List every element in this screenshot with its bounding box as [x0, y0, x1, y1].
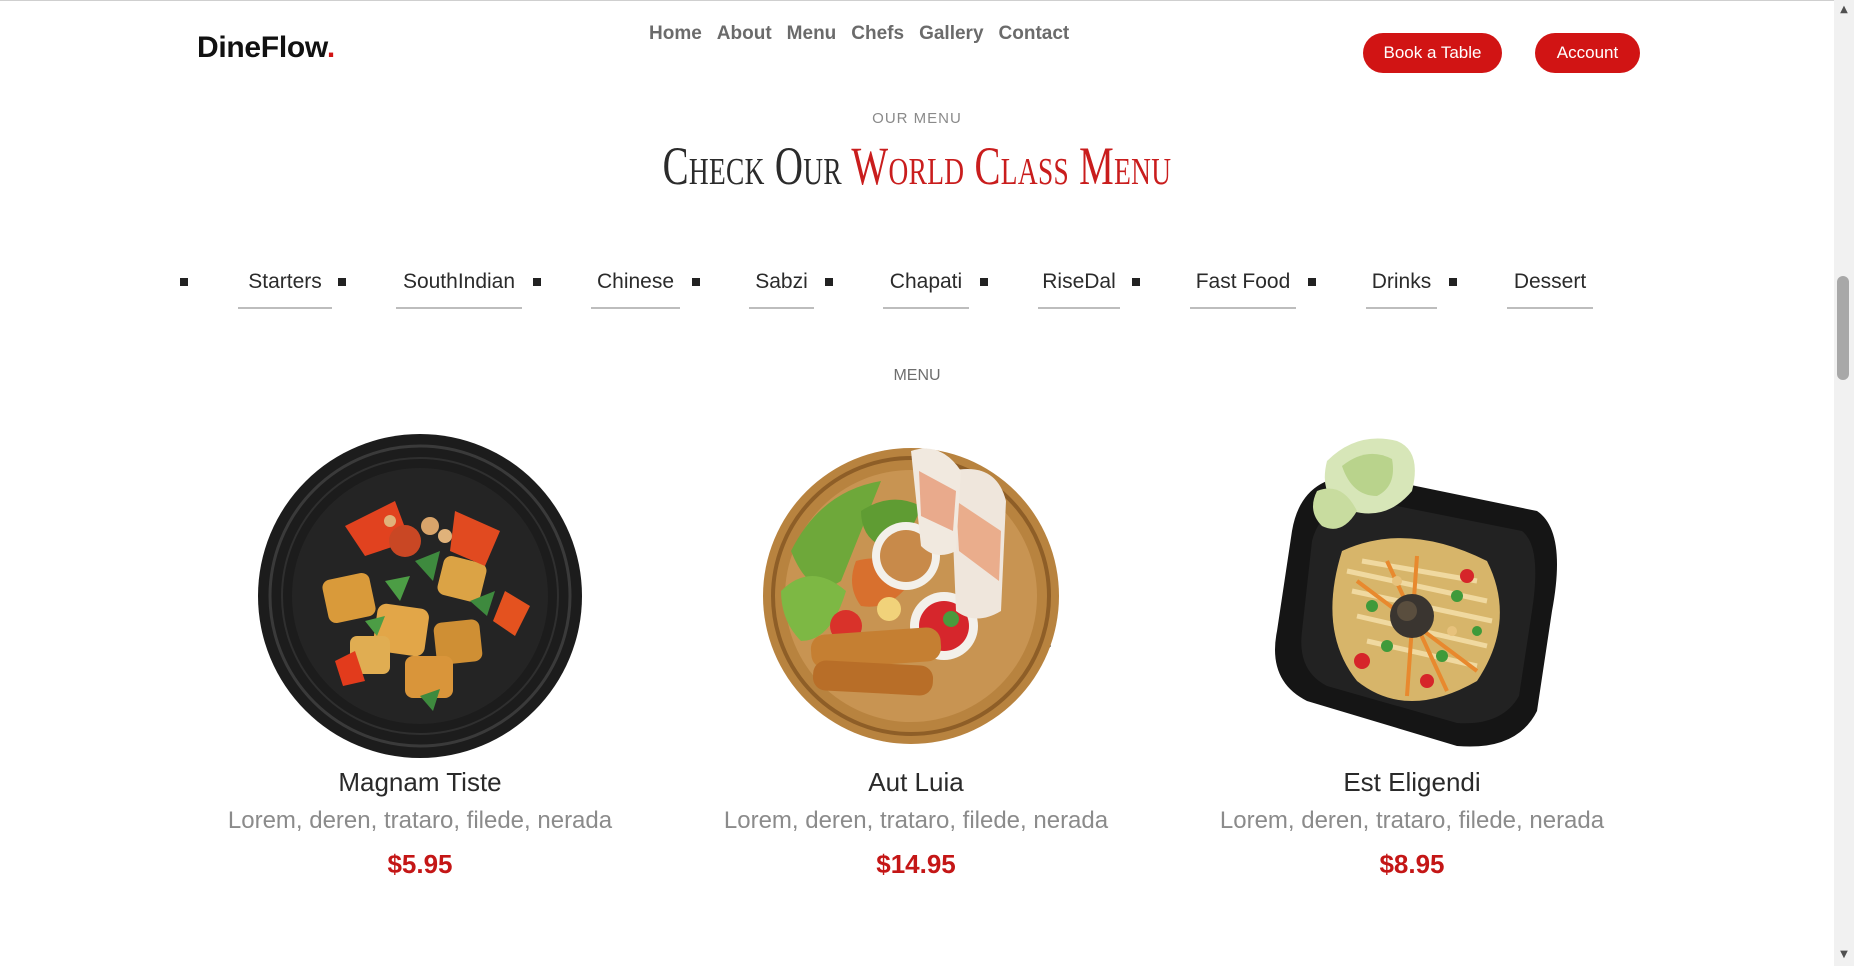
square-bullet-icon [980, 278, 988, 286]
square-bullet-icon [338, 278, 346, 286]
item-price: $8.95 [1379, 849, 1445, 879]
triangle-down-icon[interactable]: ▼ [1838, 949, 1850, 961]
papaya-salad-plate-image [1275, 438, 1557, 747]
square-bullet-icon [1449, 278, 1457, 286]
triangle-up-icon[interactable]: ▲ [1838, 4, 1850, 16]
filter-risedal[interactable]: RiseDal [1038, 270, 1120, 309]
vertical-scrollbar[interactable] [1834, 0, 1854, 966]
square-bullet-icon [825, 278, 833, 286]
menu-subheading: MENU [893, 367, 941, 384]
square-bullet-icon [533, 278, 541, 286]
viewport: DineFlow. Home About Menu Chefs Gallery … [0, 0, 1854, 966]
filter-chinese[interactable]: Chinese [591, 270, 680, 309]
square-bullet-icon [1132, 278, 1140, 286]
filter-dessert[interactable]: Dessert [1507, 270, 1593, 309]
item-price: $14.95 [876, 849, 956, 879]
tofu-bowl-image [258, 434, 582, 758]
filter-fast-food[interactable]: Fast Food [1190, 270, 1296, 309]
item-description: Lorem, deren, trataro, filede, nerada [1219, 807, 1605, 834]
item-name: Magnam Tiste [338, 767, 502, 797]
spring-roll-basket-image [763, 448, 1059, 744]
item-price: $5.95 [387, 849, 453, 879]
item-name: Est Eligendi [1343, 767, 1481, 797]
item-name: Aut Luia [868, 767, 964, 797]
page: DineFlow. Home About Menu Chefs Gallery … [0, 0, 1834, 966]
category-filters: Starters SouthIndian Chinese Sabzi Chapa… [0, 1, 1834, 321]
dish-image[interactable] [1247, 431, 1577, 761]
square-bullet-icon [1308, 278, 1316, 286]
square-bullet-icon [180, 278, 188, 286]
filter-starters[interactable]: Starters [238, 270, 332, 309]
filter-drinks[interactable]: Drinks [1366, 270, 1437, 309]
filter-sabzi[interactable]: Sabzi [749, 270, 814, 309]
square-bullet-icon [692, 278, 700, 286]
menu-item[interactable]: Aut Luia Lorem, deren, trataro, filede, … [676, 431, 1156, 879]
item-description: Lorem, deren, trataro, filede, nerada [227, 807, 613, 834]
dish-image[interactable] [255, 431, 585, 761]
filter-chapati[interactable]: Chapati [883, 270, 969, 309]
item-description: Lorem, deren, trataro, filede, nerada [723, 807, 1109, 834]
menu-item[interactable]: Est Eligendi Lorem, deren, trataro, file… [1172, 431, 1652, 879]
menu-item[interactable]: Magnam Tiste Lorem, deren, trataro, file… [180, 431, 660, 879]
dish-image[interactable] [751, 431, 1081, 761]
scrollbar-thumb[interactable] [1837, 276, 1849, 380]
filter-southindian[interactable]: SouthIndian [396, 270, 522, 309]
